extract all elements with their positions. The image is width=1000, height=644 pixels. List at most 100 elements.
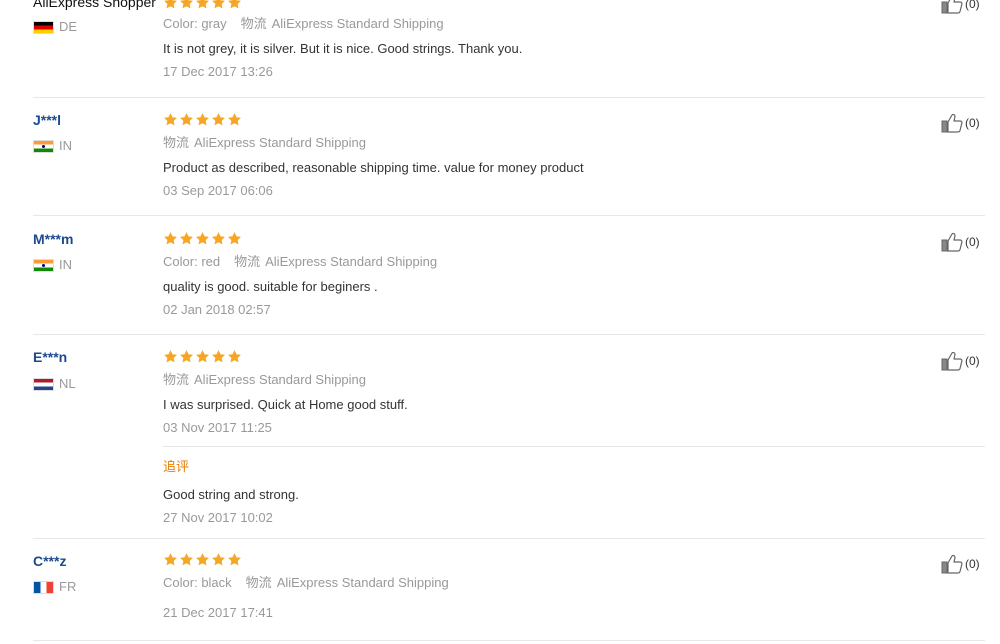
star-rating [163, 231, 242, 246]
like-button[interactable]: (0) [941, 232, 980, 252]
review-meta: Color: gray 物流 AliExpress Standard Shippin… [163, 16, 444, 32]
like-count: (0) [965, 354, 980, 368]
germany-flag-icon [33, 20, 54, 34]
country-code: IN [59, 257, 72, 272]
like-button[interactable]: (0) [941, 113, 980, 133]
shipping-method: AliExpress Standard Shipping [271, 16, 444, 31]
like-count: (0) [965, 557, 980, 571]
star-rating [163, 349, 242, 364]
thumbs-up-icon [941, 232, 963, 252]
star-icon [195, 552, 210, 567]
like-button[interactable]: (0) [941, 351, 980, 371]
shipping-label: 物流 [245, 575, 272, 590]
review-meta: 物流 AliExpress Standard Shipping [163, 135, 366, 151]
like-button[interactable]: (0) [941, 554, 980, 574]
shipping-method: AliExpress Standard Shipping [194, 372, 367, 387]
country-code: NL [59, 376, 76, 391]
color-value: gray [201, 16, 227, 31]
star-rating [163, 552, 242, 567]
like-button[interactable]: (0) [941, 0, 980, 14]
review-divider [33, 640, 985, 641]
country-code: IN [59, 138, 72, 153]
star-rating [163, 0, 242, 10]
star-icon [227, 349, 242, 364]
shipping-label: 物流 [163, 135, 190, 150]
review-divider [33, 97, 985, 98]
followup-date: 27 Nov 2017 10:02 [163, 510, 273, 525]
country-code: FR [59, 579, 77, 594]
thumbs-up-icon [941, 0, 963, 14]
star-icon [227, 552, 242, 567]
thumbs-up-icon [941, 351, 963, 371]
shipping-method: AliExpress Standard Shipping [194, 135, 367, 150]
star-icon [227, 0, 242, 10]
shipping-method: AliExpress Standard Shipping [276, 575, 449, 590]
star-icon [163, 0, 178, 10]
star-icon [211, 0, 226, 10]
shipping-method: AliExpress Standard Shipping [265, 254, 438, 269]
shipping-label: 物流 [240, 16, 267, 31]
shipping-label: 物流 [163, 372, 190, 387]
star-icon [211, 231, 226, 246]
reviewer-name: M***m [33, 231, 74, 247]
netherlands-flag-icon [33, 377, 54, 391]
star-icon [163, 349, 178, 364]
review-text: quality is good. suitable for beginers . [163, 279, 378, 294]
review-text: It is not grey, it is silver. But it is … [163, 41, 523, 56]
reviewer-name: AliExpress Shopper [33, 0, 156, 10]
review-text: Product as described, reasonable shippin… [163, 160, 584, 175]
color-value: red [201, 254, 221, 269]
color-value: black [201, 575, 232, 590]
review-text: I was surprised. Quick at Home good stuf… [163, 397, 408, 412]
color-label: Color: [163, 254, 198, 269]
star-icon [195, 349, 210, 364]
star-icon [195, 231, 210, 246]
star-icon [179, 112, 194, 127]
color-label: Color: [163, 16, 198, 31]
like-count: (0) [965, 116, 980, 130]
color-label: Color: [163, 575, 198, 590]
star-icon [179, 0, 194, 10]
review-divider [33, 215, 985, 216]
country-code: DE [59, 19, 78, 34]
star-icon [211, 112, 226, 127]
star-icon [179, 231, 194, 246]
reviewer-country: FR [33, 580, 76, 594]
review-date: 03 Sep 2017 06:06 [163, 183, 273, 198]
reviewer-country: IN [33, 139, 72, 153]
review-divider [33, 538, 985, 539]
review-divider [33, 334, 985, 335]
star-icon [227, 231, 242, 246]
review-date: 03 Nov 2017 11:25 [163, 420, 272, 435]
followup-label: 追评 [163, 459, 190, 474]
star-icon [163, 112, 178, 127]
star-icon [179, 349, 194, 364]
india-flag-icon [33, 139, 54, 153]
review-meta: 物流 AliExpress Standard Shipping [163, 372, 366, 388]
star-rating [163, 112, 242, 127]
followup-text: Good string and strong. [163, 487, 299, 502]
like-count: (0) [965, 235, 980, 249]
star-icon [195, 0, 210, 10]
review-date: 17 Dec 2017 13:26 [163, 64, 273, 79]
india-flag-icon [33, 258, 54, 272]
star-icon [211, 349, 226, 364]
reviewer-country: DE [33, 20, 77, 34]
thumbs-up-icon [941, 113, 963, 133]
star-icon [195, 112, 210, 127]
reviewer-name: C***z [33, 553, 67, 569]
followup-divider [163, 446, 985, 447]
star-icon [163, 552, 178, 567]
reviewer-country: IN [33, 258, 72, 272]
review-meta: Color: red 物流 AliExpress Standard Shipping [163, 254, 437, 270]
france-flag-icon [33, 580, 54, 594]
reviewer-country: NL [33, 377, 76, 391]
reviewer-name: J***l [33, 112, 62, 128]
reviewer-name: E***n [33, 349, 68, 365]
shipping-label: 物流 [234, 254, 261, 269]
star-icon [179, 552, 194, 567]
star-icon [163, 231, 178, 246]
review-date: 02 Jan 2018 02:57 [163, 302, 271, 317]
thumbs-up-icon [941, 554, 963, 574]
star-icon [211, 552, 226, 567]
